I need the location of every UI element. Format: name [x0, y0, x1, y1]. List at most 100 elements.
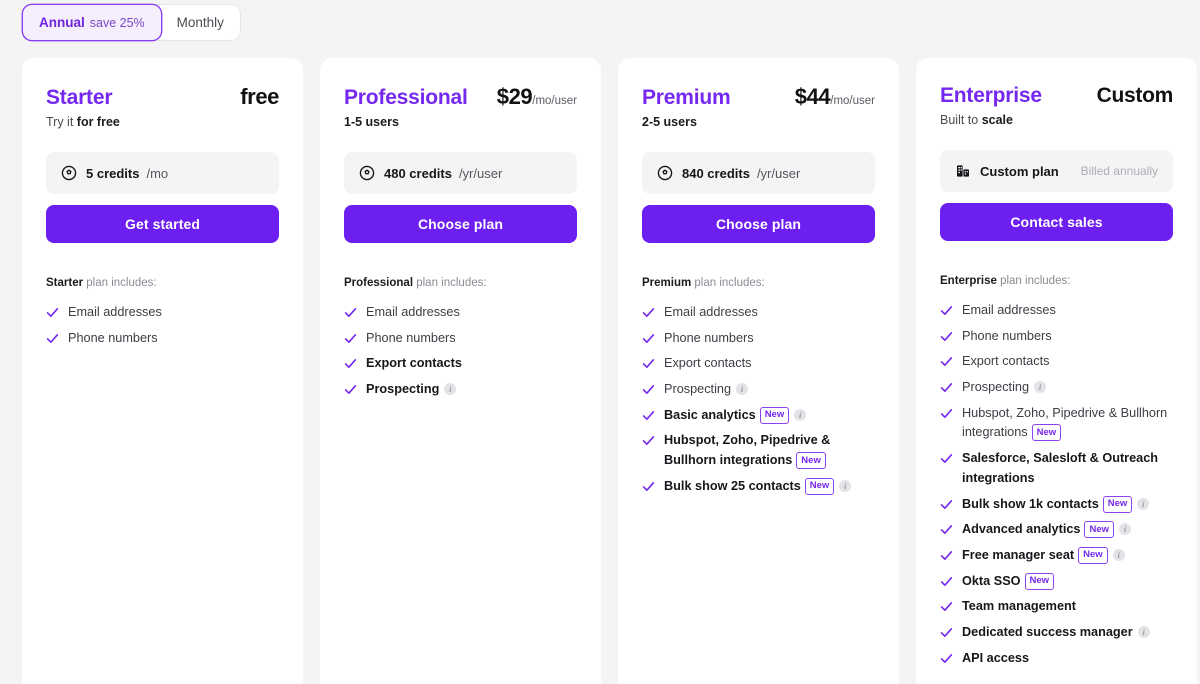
plan-price: $44/mo/user	[795, 84, 875, 110]
feature-label: Email addresses	[366, 305, 460, 319]
info-icon[interactable]: i	[1119, 523, 1132, 536]
check-icon	[344, 385, 357, 395]
plan-cta-button[interactable]: Choose plan	[642, 205, 875, 243]
billing-toggle-note: save 25%	[89, 15, 145, 30]
feature-item: Email addresses	[46, 303, 279, 323]
info-icon[interactable]: i	[839, 479, 852, 492]
credits-period: /mo	[146, 165, 169, 181]
includes-suffix: plan includes:	[413, 277, 487, 289]
info-icon[interactable]: i	[794, 408, 807, 421]
credits-amount: 480 credits	[384, 165, 452, 181]
info-icon[interactable]: i	[1034, 381, 1046, 394]
includes-suffix: plan includes:	[691, 277, 765, 289]
new-badge: New	[1084, 521, 1115, 539]
feature-content: Bulk show 25 contacts New i	[664, 477, 852, 497]
feature-item: Export contacts	[940, 352, 1173, 372]
plan-price: Custom	[1096, 84, 1174, 108]
feature-list: Email addresses Phone numbers Export conta…	[940, 301, 1173, 668]
includes-plan-name: Premium	[642, 277, 692, 289]
feature-label: Phone numbers	[366, 330, 456, 345]
feature-content: Prospecting i	[962, 378, 1046, 398]
feature-item: Bulk show 1k contacts New i	[940, 495, 1173, 515]
feature-content: Advanced analytics New i	[962, 520, 1132, 540]
price-amount: $29	[496, 84, 533, 109]
check-icon	[642, 481, 655, 491]
card-header: Starter free	[46, 84, 279, 110]
check-icon	[940, 357, 953, 367]
info-icon[interactable]: i	[1137, 497, 1150, 510]
feature-content: Hubspot, Zoho, Pipedrive & Bullhorn inte…	[962, 404, 1173, 443]
check-icon	[344, 308, 357, 317]
feature-item: Export contacts	[344, 354, 577, 374]
plan-price: free	[240, 84, 279, 110]
plan-subtitle-emphasis: for free	[76, 115, 120, 129]
info-icon[interactable]: i	[1112, 548, 1125, 561]
new-badge: New	[1031, 424, 1062, 442]
feature-content: Dedicated success manager i	[962, 623, 1150, 643]
price-unit: /mo/user	[830, 95, 875, 107]
feature-item: Okta SSO New	[940, 572, 1173, 592]
new-badge: New	[1078, 546, 1108, 564]
credits-row: 5 credits/mo	[46, 152, 279, 194]
feature-content: Basic analytics New i	[664, 406, 807, 426]
building-icon	[957, 165, 969, 177]
price-amount: Custom	[1096, 84, 1174, 107]
billing-toggle-label: Monthly	[176, 15, 224, 30]
feature-content: Export contacts	[366, 354, 462, 374]
plan-subtitle-prefix: Try it	[46, 115, 77, 129]
feature-label: Export contacts	[962, 354, 1050, 369]
billing-toggle-annual[interactable]: Annual save 25%	[23, 5, 161, 40]
feature-label: Prospecting	[962, 380, 1029, 395]
info-icon[interactable]: i	[1137, 625, 1150, 638]
feature-content: Salesforce, Salesloft & Outreach integra…	[962, 449, 1173, 488]
feature-label: Email addresses	[962, 303, 1056, 317]
plan-cta-button[interactable]: Contact sales	[940, 203, 1173, 241]
billing-period-toggle[interactable]: Annual save 25% Monthly	[23, 5, 240, 40]
plan-name: Premium	[642, 86, 731, 109]
feature-label: Phone numbers	[664, 330, 754, 345]
includes-suffix: plan includes:	[996, 275, 1071, 287]
billing-toggle-monthly[interactable]: Monthly	[161, 5, 240, 40]
feature-item: API access	[940, 649, 1173, 669]
check-icon	[940, 525, 953, 535]
feature-item: Email addresses	[940, 301, 1173, 321]
feature-content: Prospecting i	[366, 380, 457, 400]
info-icon[interactable]: i	[736, 383, 748, 396]
plan-price: $29/mo/user	[497, 84, 577, 110]
plan-cta-button[interactable]: Get started	[46, 205, 279, 243]
feature-label: Phone numbers	[962, 328, 1052, 343]
check-icon	[344, 333, 357, 343]
plan-name: Professional	[344, 86, 468, 109]
new-badge: New	[804, 477, 835, 495]
feature-item: Bulk show 25 contacts New i	[642, 477, 875, 497]
feature-label: Export contacts	[366, 356, 462, 371]
feature-item: Prospecting i	[642, 380, 875, 400]
plan-subtitle: 2-5 users	[642, 115, 875, 129]
feature-label: Bulk show 25 contacts	[664, 478, 801, 493]
includes-suffix: plan includes:	[83, 277, 157, 289]
feature-content: Email addresses	[68, 303, 162, 323]
info-icon[interactable]: i	[444, 383, 457, 396]
plan-subtitle-prefix: Built to	[940, 113, 982, 127]
check-icon	[940, 383, 953, 393]
plan-cta-button[interactable]: Choose plan	[344, 205, 577, 243]
credits-row: Custom plan Billed annually	[940, 150, 1173, 192]
check-icon	[46, 333, 59, 343]
credits-amount: 5 credits	[86, 165, 140, 181]
feature-label: Advanced analytics	[962, 522, 1081, 537]
credits-amount: Custom plan	[980, 163, 1059, 179]
feature-label: Prospecting	[366, 382, 440, 397]
check-icon	[940, 331, 953, 341]
feature-label: Bulk show 1k contacts	[962, 496, 1099, 511]
feature-content: Free manager seat New i	[962, 546, 1125, 566]
new-badge: New	[759, 406, 790, 424]
feature-label: API access	[962, 650, 1030, 665]
credit-coin-icon	[359, 165, 375, 181]
pricing-page: Annual save 25% Monthly Starter free Try it …	[0, 0, 1200, 684]
feature-item: Hubspot, Zoho, Pipedrive & Bullhorn inte…	[940, 404, 1173, 443]
check-icon	[940, 408, 953, 418]
feature-content: Email addresses	[664, 303, 758, 323]
includes-heading: Professional plan includes:	[344, 277, 577, 289]
check-icon	[642, 333, 655, 343]
feature-content: Export contacts	[962, 352, 1049, 372]
